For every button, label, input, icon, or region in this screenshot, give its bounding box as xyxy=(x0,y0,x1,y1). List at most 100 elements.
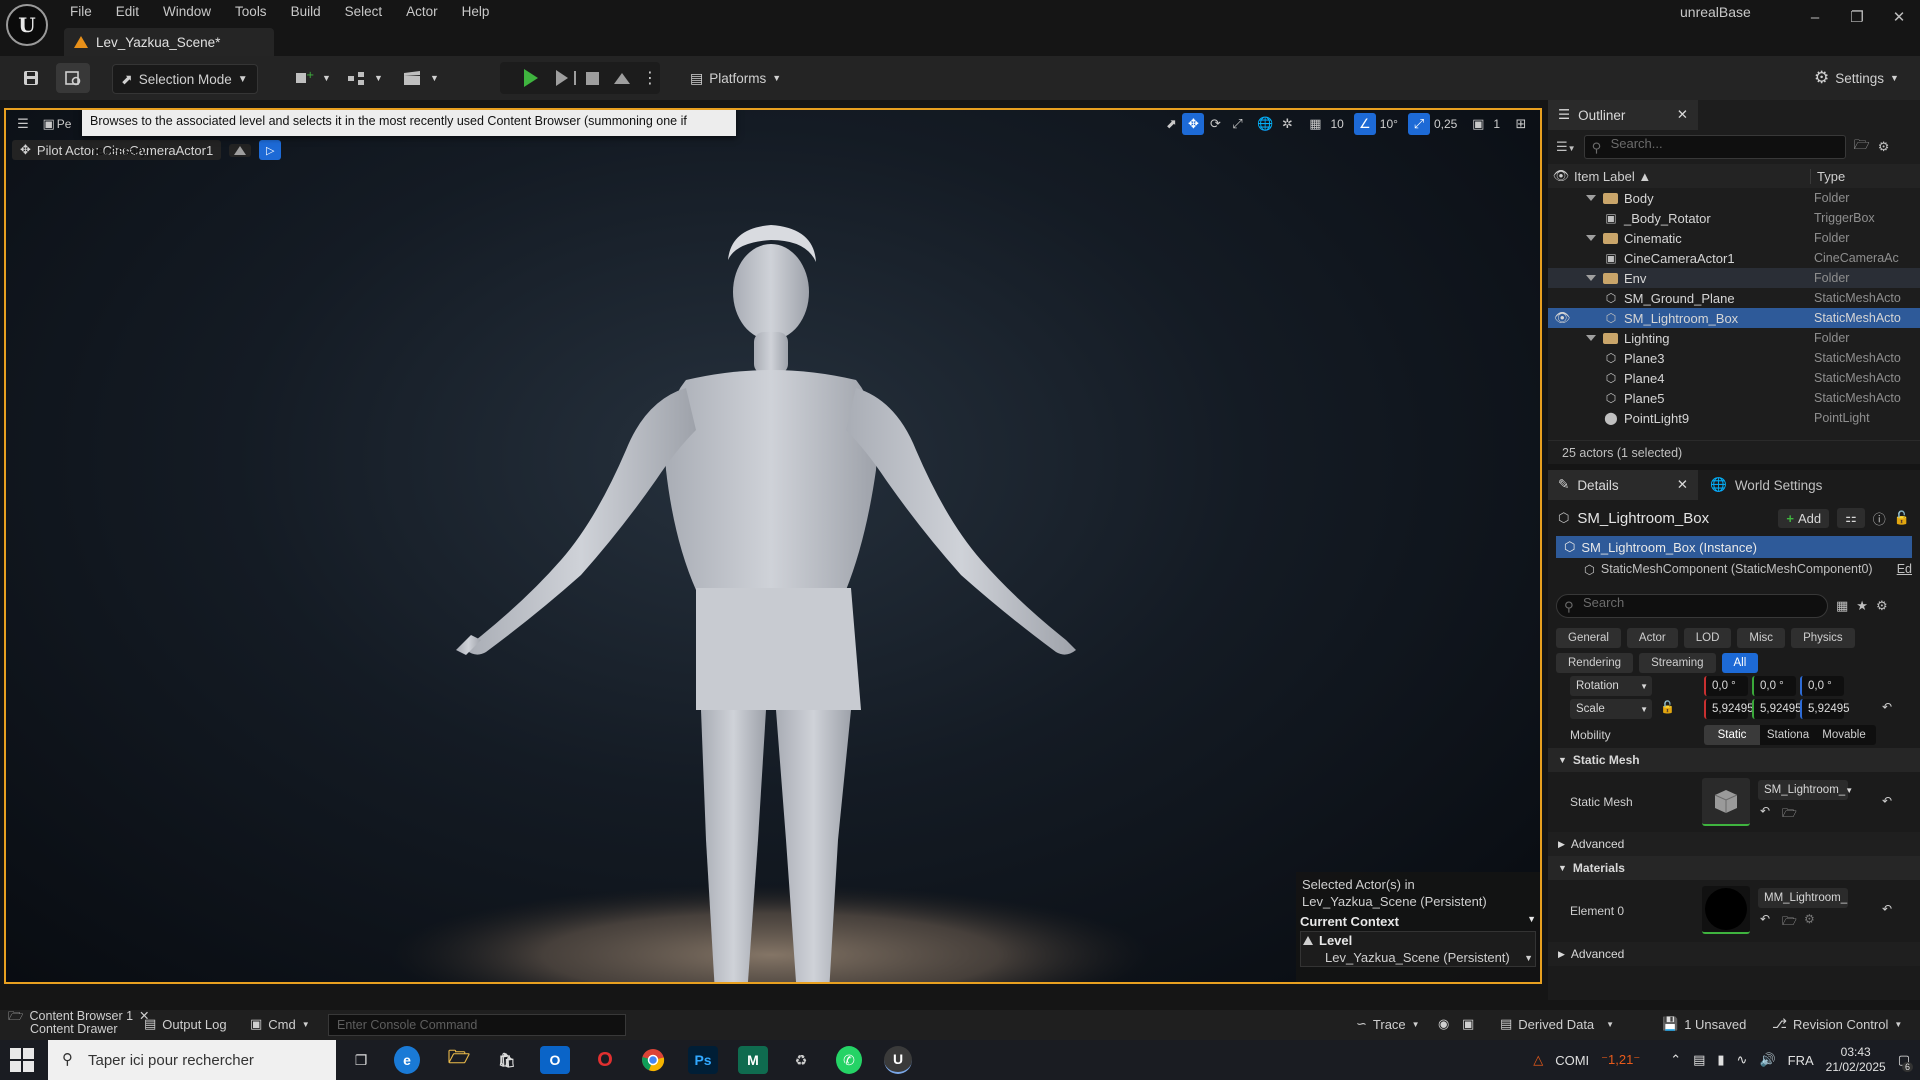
camera-view-icon[interactable]: ▷ xyxy=(259,140,282,160)
close-icon[interactable]: ✕ xyxy=(1677,477,1688,493)
menu-tools[interactable]: Tools xyxy=(223,0,279,24)
store-icon[interactable]: 🛍 xyxy=(492,1046,522,1074)
details-tab[interactable]: ✎ Details ✕ xyxy=(1548,470,1698,500)
level-tab[interactable]: Lev_Yazkua_Scene* xyxy=(64,28,274,56)
filter-icon[interactable]: ☰▼ xyxy=(1556,139,1576,155)
opera-icon[interactable]: O xyxy=(590,1046,620,1074)
chevron-down-icon[interactable] xyxy=(1586,335,1596,341)
save-icon[interactable] xyxy=(14,63,48,93)
file-explorer-icon[interactable]: 🗁 xyxy=(444,1046,474,1074)
settings-dropdown[interactable]: ⚙ Settings ▼ xyxy=(1806,63,1907,93)
level-viewport[interactable]: ☰ ▣ Pe ⬈ ✥ ⟳ ⤢ 🌐 ✲ ▦ 10 ∠ 10° ⤢ 0,25 ▣ 1 … xyxy=(4,108,1542,984)
content-drawer-button[interactable]: 🗁 Content Browser 1 ✕ Content Drawer xyxy=(8,1010,150,1036)
cinematics-button[interactable]: ▼ xyxy=(394,63,447,93)
platforms-dropdown[interactable]: ▤ Platforms ▼ xyxy=(682,63,789,93)
reset-icon[interactable]: ↶ xyxy=(1882,902,1892,916)
material-thumbnail[interactable] xyxy=(1702,886,1750,934)
unsaved-button[interactable]: 💾 1 Unsaved xyxy=(1662,1016,1746,1032)
cat-lod[interactable]: LOD xyxy=(1683,628,1732,648)
world-settings-tab[interactable]: 🌐 World Settings xyxy=(1698,477,1834,493)
outliner-search-input[interactable]: ⚲ Search... xyxy=(1583,135,1846,159)
rotation-y-field[interactable]: 0,0 ° xyxy=(1752,676,1796,696)
outliner-actor-row[interactable]: ⬡ Plane3 StaticMeshActo xyxy=(1548,348,1920,368)
star-icon[interactable]: ★ xyxy=(1856,598,1868,614)
photoshop-icon[interactable]: Ps xyxy=(688,1046,718,1074)
static-mesh-section[interactable]: ▼ Static Mesh xyxy=(1548,748,1920,772)
outliner-actor-row[interactable]: ⬡ SM_Ground_Plane StaticMeshActo xyxy=(1548,288,1920,308)
menu-select[interactable]: Select xyxy=(333,0,395,24)
outliner-actor-row[interactable]: ▣ CineCameraActor1 CineCameraAc xyxy=(1548,248,1920,268)
scale-z-field[interactable]: 5,92495 xyxy=(1800,699,1850,719)
cat-all[interactable]: All xyxy=(1721,653,1759,673)
outliner-folder-row[interactable]: Lighting Folder xyxy=(1548,328,1920,348)
menu-actor[interactable]: Actor xyxy=(394,0,450,24)
wifi-icon[interactable]: ∿ xyxy=(1737,1052,1748,1068)
record-icon[interactable]: ◉ xyxy=(1438,1016,1449,1032)
materials-section[interactable]: ▼ Materials xyxy=(1548,856,1920,880)
outliner-tab[interactable]: ☰ Outliner ✕ xyxy=(1548,100,1698,130)
help-icon[interactable]: ⓘ xyxy=(1873,509,1886,528)
output-log-button[interactable]: ▤ Output Log xyxy=(144,1016,227,1032)
static-mesh-picker[interactable]: SM_Lightroom_ ▼ xyxy=(1758,780,1853,800)
minimize-icon[interactable]: – xyxy=(1794,0,1836,34)
outliner-actor-row[interactable]: ▣ _Body_Rotator TriggerBox xyxy=(1548,208,1920,228)
scale-y-field[interactable]: 5,92495 xyxy=(1752,699,1802,719)
rotation-x-field[interactable]: 0,0 ° xyxy=(1704,676,1748,696)
component-row[interactable]: ⬡ StaticMeshComponent (StaticMeshComponen… xyxy=(1556,558,1912,580)
task-view-icon[interactable]: ❐ xyxy=(346,1046,376,1074)
menu-edit[interactable]: Edit xyxy=(104,0,151,24)
mobility-static[interactable]: Static xyxy=(1704,725,1760,745)
stop-icon[interactable] xyxy=(578,63,607,93)
outliner-actor-row[interactable]: 👁 ⬡ SM_Lightroom_Box StaticMeshActo xyxy=(1548,308,1920,328)
scale-x-field[interactable]: 5,92495 xyxy=(1704,699,1754,719)
mudbox-icon[interactable]: M xyxy=(738,1046,768,1074)
battery-icon[interactable]: ▮ xyxy=(1717,1052,1724,1068)
mobility-stationary[interactable]: Stationa xyxy=(1760,725,1816,745)
lock-icon[interactable]: 🔓 xyxy=(1660,700,1675,714)
revision-control-dropdown[interactable]: ⎇ Revision Control ▼ xyxy=(1772,1016,1902,1032)
selection-mode-dropdown[interactable]: ⬈ Selection Mode ▼ xyxy=(112,64,258,94)
edge-icon[interactable]: e xyxy=(394,1046,420,1074)
app-icon[interactable]: ♻ xyxy=(786,1046,816,1074)
outliner-actor-row[interactable]: ⬡ Plane5 StaticMeshActo xyxy=(1548,388,1920,408)
blueprint-button[interactable]: ▼ xyxy=(338,63,391,93)
browse-icon[interactable]: 🗁 xyxy=(1782,912,1797,933)
gear-icon[interactable]: ⚙ xyxy=(1876,598,1888,614)
col-item-label[interactable]: Item Label ▲ xyxy=(1574,169,1651,184)
menu-build[interactable]: Build xyxy=(279,0,333,24)
close-icon[interactable]: ✕ xyxy=(1677,107,1688,123)
chevron-up-icon[interactable]: ⌃ xyxy=(1670,1052,1681,1068)
derived-data-dropdown[interactable]: ▤ Derived Data ▼ xyxy=(1500,1016,1614,1032)
chevron-down-icon[interactable] xyxy=(1586,235,1596,241)
table-view-icon[interactable]: ▦ xyxy=(1836,598,1848,614)
stock-ticker[interactable]: COMI xyxy=(1555,1053,1589,1068)
chrome-icon[interactable] xyxy=(638,1046,668,1074)
play-icon[interactable] xyxy=(516,63,546,93)
chevron-down-icon[interactable] xyxy=(1586,195,1596,201)
close-icon[interactable]: ✕ xyxy=(1878,0,1920,34)
current-context-header[interactable]: Current Context ▼ xyxy=(1300,914,1536,929)
menu-help[interactable]: Help xyxy=(450,0,502,24)
menu-window[interactable]: Window xyxy=(151,0,223,24)
details-search-input[interactable]: ⚲ Search xyxy=(1556,594,1828,618)
windows-start-icon[interactable] xyxy=(10,1048,34,1072)
use-selected-icon[interactable]: ↶ xyxy=(1760,912,1770,926)
blueprint-icon[interactable]: ⚏ xyxy=(1837,508,1865,528)
outliner-folder-row[interactable]: Env Folder xyxy=(1548,268,1920,288)
cat-rendering[interactable]: Rendering xyxy=(1556,653,1634,673)
trace-dropdown[interactable]: ∽ Trace ▼ xyxy=(1356,1016,1420,1032)
outliner-folder-row[interactable]: Body Folder xyxy=(1548,188,1920,208)
mobility-movable[interactable]: Movable xyxy=(1816,725,1872,745)
cat-misc[interactable]: Misc xyxy=(1737,628,1786,648)
rotation-z-field[interactable]: 0,0 ° xyxy=(1800,676,1844,696)
outlook-icon[interactable]: O xyxy=(540,1046,570,1074)
clock[interactable]: 03:43 21/02/2025 xyxy=(1826,1045,1886,1075)
mesh-thumbnail[interactable] xyxy=(1702,778,1750,826)
console-input[interactable]: Enter Console Command xyxy=(328,1014,626,1036)
volume-icon[interactable]: 🔊 xyxy=(1759,1052,1775,1068)
reset-icon[interactable]: ↶ xyxy=(1882,700,1892,714)
cat-streaming[interactable]: Streaming xyxy=(1639,653,1716,673)
gear-icon[interactable]: ⚙ xyxy=(1878,139,1890,155)
lock-icon[interactable]: 🔓 xyxy=(1894,510,1910,526)
chevron-down-icon[interactable] xyxy=(1586,275,1596,281)
